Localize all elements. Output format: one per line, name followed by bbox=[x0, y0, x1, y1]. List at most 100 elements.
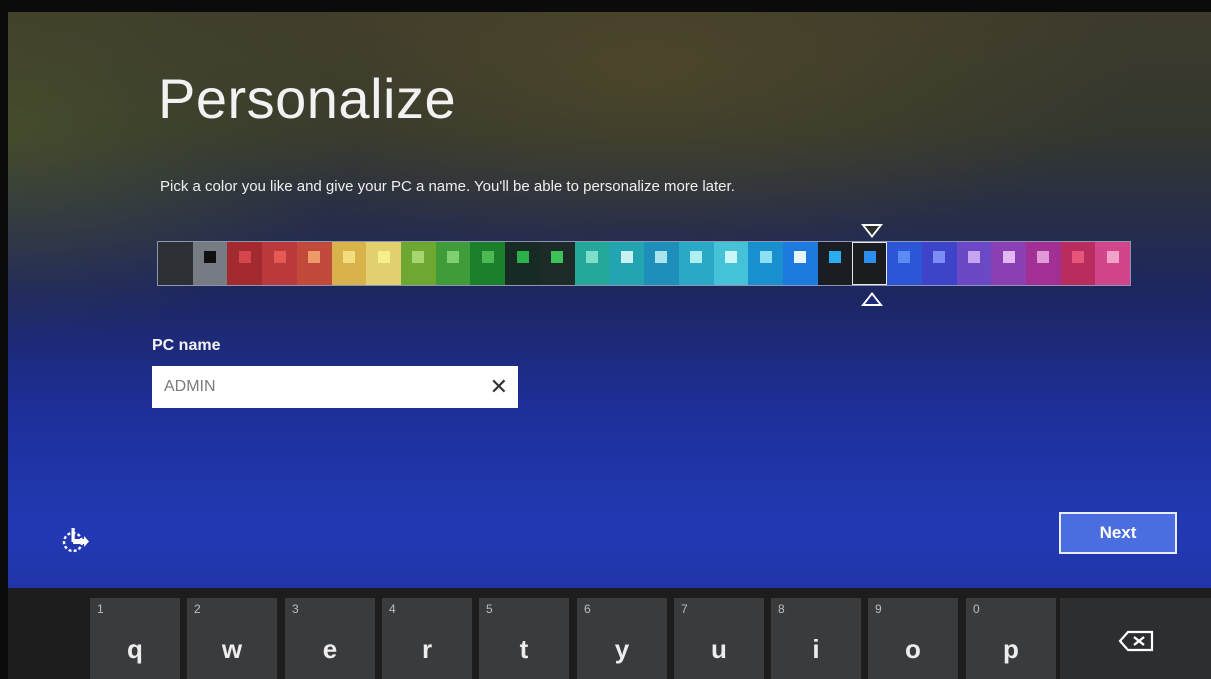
color-swatch-accent bbox=[724, 251, 737, 263]
color-swatch[interactable] bbox=[956, 242, 992, 285]
key-u[interactable]: 7u bbox=[674, 598, 764, 679]
close-icon[interactable]: ✕ bbox=[490, 374, 508, 400]
color-swatch-accent bbox=[933, 251, 946, 263]
color-swatch[interactable] bbox=[401, 242, 436, 285]
key-letter: o bbox=[905, 634, 921, 664]
color-swatch[interactable] bbox=[331, 242, 367, 285]
key-p[interactable]: 0p bbox=[966, 598, 1056, 679]
key-i[interactable]: 8i bbox=[771, 598, 861, 679]
color-swatch-accent bbox=[238, 251, 251, 263]
color-swatch[interactable] bbox=[713, 242, 749, 285]
key-number: 8 bbox=[778, 602, 785, 616]
color-swatch[interactable] bbox=[227, 242, 263, 285]
key-o[interactable]: 9o bbox=[868, 598, 958, 679]
color-swatch-accent bbox=[794, 251, 807, 263]
color-swatch[interactable] bbox=[1025, 242, 1061, 285]
ease-of-access-icon[interactable] bbox=[60, 525, 90, 555]
color-swatch-accent bbox=[967, 251, 980, 263]
key-letter: t bbox=[519, 634, 529, 664]
key-letter: u bbox=[711, 634, 727, 664]
key-w[interactable]: 2w bbox=[187, 598, 277, 679]
key-number: 4 bbox=[389, 602, 396, 616]
color-swatch[interactable] bbox=[1095, 242, 1131, 285]
next-button[interactable]: Next bbox=[1059, 512, 1177, 554]
color-swatch-accent bbox=[273, 251, 286, 263]
key-letter: e bbox=[322, 634, 338, 664]
color-swatch[interactable] bbox=[435, 242, 471, 285]
color-swatch[interactable] bbox=[887, 242, 922, 285]
key-letter: y bbox=[614, 634, 630, 664]
color-swatch-accent bbox=[308, 251, 321, 263]
color-swatch[interactable] bbox=[262, 242, 297, 285]
color-swatch[interactable] bbox=[921, 242, 957, 285]
key-number: 3 bbox=[292, 602, 299, 616]
color-swatch-accent bbox=[481, 251, 494, 263]
key-letter: q bbox=[127, 634, 143, 664]
key-number: 0 bbox=[973, 602, 980, 616]
key-number: 5 bbox=[486, 602, 493, 616]
color-picker[interactable] bbox=[157, 241, 1131, 286]
color-swatch[interactable] bbox=[296, 242, 332, 285]
color-swatch[interactable] bbox=[609, 242, 645, 285]
color-swatch[interactable] bbox=[539, 242, 575, 285]
page-title: Personalize bbox=[158, 67, 457, 130]
color-swatch-accent bbox=[585, 251, 598, 263]
color-swatch-accent bbox=[169, 251, 182, 263]
pc-name-field[interactable]: ✕ bbox=[152, 366, 518, 408]
screen: Personalize Pick a color you like and gi… bbox=[8, 12, 1211, 679]
color-swatch-accent bbox=[1072, 251, 1085, 263]
color-swatch-accent bbox=[898, 251, 911, 263]
color-swatch-accent bbox=[551, 251, 564, 263]
color-swatch[interactable] bbox=[644, 242, 679, 285]
pc-name-input[interactable] bbox=[152, 366, 464, 408]
color-swatch-accent bbox=[863, 251, 876, 263]
key-r[interactable]: 4r bbox=[382, 598, 472, 679]
color-swatch[interactable] bbox=[678, 242, 714, 285]
color-swatch-accent bbox=[447, 251, 460, 263]
page-subtitle: Pick a color you like and give your PC a… bbox=[160, 178, 735, 195]
color-swatch-accent bbox=[690, 251, 703, 263]
key-number: 7 bbox=[681, 602, 688, 616]
color-swatch-accent bbox=[655, 251, 668, 263]
touch-keyboard: 1q2w3e4r5t6y7u8i9o0p bbox=[8, 588, 1211, 679]
color-swatch-accent bbox=[516, 251, 529, 263]
key-number: 1 bbox=[97, 602, 104, 616]
color-swatch[interactable] bbox=[574, 242, 610, 285]
color-swatch[interactable] bbox=[852, 242, 888, 285]
key-number: 6 bbox=[584, 602, 591, 616]
key-number: 9 bbox=[875, 602, 882, 616]
key-q[interactable]: 1q bbox=[90, 598, 180, 679]
color-swatch[interactable] bbox=[505, 242, 540, 285]
color-swatch[interactable] bbox=[158, 242, 193, 285]
color-swatch[interactable] bbox=[817, 242, 853, 285]
key-t[interactable]: 5t bbox=[479, 598, 569, 679]
color-swatch-accent bbox=[204, 251, 217, 263]
color-swatch-accent bbox=[377, 251, 390, 263]
key-letter: w bbox=[221, 634, 243, 664]
selected-color-indicator-bottom bbox=[861, 292, 883, 306]
selected-color-indicator-top bbox=[861, 224, 883, 238]
color-swatch-accent bbox=[829, 251, 842, 263]
key-e[interactable]: 3e bbox=[285, 598, 375, 679]
color-swatch-accent bbox=[412, 251, 425, 263]
key-letter: r bbox=[421, 634, 433, 664]
color-swatch[interactable] bbox=[470, 242, 506, 285]
color-swatch-accent bbox=[342, 251, 355, 263]
color-swatch-accent bbox=[1037, 251, 1050, 263]
key-number: 2 bbox=[194, 602, 201, 616]
color-swatch[interactable] bbox=[748, 242, 783, 285]
color-swatch[interactable] bbox=[192, 242, 228, 285]
key-letter: i bbox=[812, 634, 820, 664]
backspace-key[interactable] bbox=[1060, 598, 1211, 679]
color-swatch[interactable] bbox=[782, 242, 818, 285]
color-swatch-accent bbox=[1002, 251, 1015, 263]
color-swatch[interactable] bbox=[991, 242, 1026, 285]
key-y[interactable]: 6y bbox=[577, 598, 667, 679]
color-swatch-accent bbox=[1106, 251, 1119, 263]
pc-name-label: PC name bbox=[152, 337, 221, 354]
backspace-icon bbox=[1118, 630, 1153, 652]
color-swatch[interactable] bbox=[1060, 242, 1096, 285]
color-swatch[interactable] bbox=[366, 242, 402, 285]
key-letter: p bbox=[1003, 634, 1019, 664]
color-swatch-accent bbox=[759, 251, 772, 263]
